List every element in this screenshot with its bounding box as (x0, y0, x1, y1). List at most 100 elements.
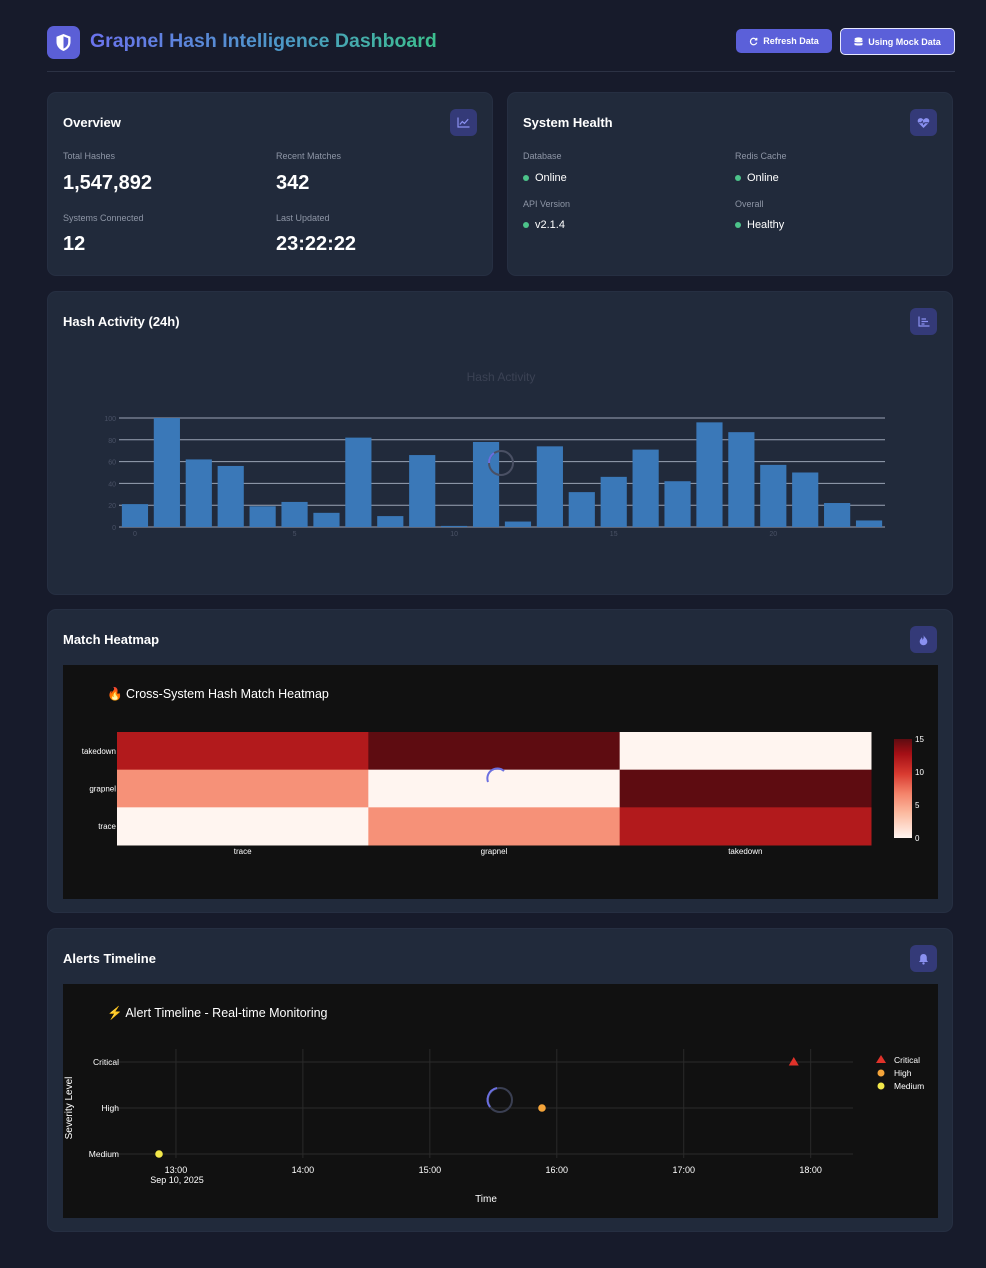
legend-label[interactable]: Critical (894, 1055, 920, 1065)
api-version-status: v2.1.4 (523, 219, 565, 231)
overall-status-text: Healthy (747, 219, 785, 231)
heatmap-cell (117, 732, 369, 771)
status-dot (735, 175, 741, 181)
heartbeat-icon[interactable] (910, 109, 937, 136)
legend-label[interactable]: Medium (894, 1081, 924, 1091)
x-tick-label: 18:00 (799, 1165, 822, 1175)
total-hashes-label: Total Hashes (63, 151, 116, 161)
legend-marker (877, 1082, 885, 1090)
bar (313, 512, 340, 527)
bar (249, 506, 276, 527)
x-tick-label: grapnel (481, 847, 508, 856)
colorbar-tick-label: 15 (915, 735, 924, 744)
hash-activity-card: Hash Activity (24h) Hash Activity 0 20 40 6… (47, 291, 953, 595)
alert-point[interactable] (155, 1150, 163, 1158)
alert-point[interactable] (538, 1104, 546, 1112)
refresh-icon (750, 37, 758, 45)
bar (760, 464, 787, 527)
x-tick-label: 13:00 (165, 1165, 188, 1175)
bell-icon[interactable] (910, 945, 937, 972)
database-icon (854, 36, 863, 46)
chart-title: Hash Activity (467, 370, 536, 384)
bar (568, 492, 595, 527)
x-tick-label: 15:00 (419, 1165, 442, 1175)
heatmap-colorbar (894, 739, 912, 838)
y-tick-label: 40 (108, 481, 116, 488)
bar (377, 516, 404, 527)
recent-matches-value: 342 (276, 172, 310, 194)
last-updated-label: Last Updated (276, 213, 330, 223)
x-tick-label: 20 (769, 531, 777, 538)
alerts-chart-title: ⚡ Alert Timeline - Real-time Monitoring (107, 1005, 328, 1021)
system-health-card: System Health Database Online Redis Cach… (507, 92, 953, 276)
bar (441, 525, 468, 527)
redis-status: Online (735, 172, 779, 184)
alerts-y-axis-label: Severity Level (64, 1077, 75, 1140)
status-dot (523, 222, 529, 228)
bar (121, 504, 149, 527)
status-dot (735, 222, 741, 228)
match-heatmap-title: Match Heatmap (63, 632, 160, 647)
bar (664, 481, 691, 527)
heatmap-cell (619, 769, 872, 808)
bar (536, 446, 563, 527)
y-tick-label: grapnel (89, 785, 116, 794)
refresh-data-button[interactable]: Refresh Data (736, 29, 832, 53)
heatmap-cell (368, 769, 621, 808)
legend-marker (876, 1055, 886, 1063)
status-dot (523, 175, 529, 181)
bar (153, 418, 180, 527)
x-tick-label: 5 (293, 531, 297, 538)
total-hashes-value: 1,547,892 (63, 172, 152, 194)
last-updated-value: 23:22:22 (276, 233, 357, 255)
heatmap-cell (619, 807, 872, 846)
database-status: Online (523, 172, 567, 184)
mock-data-label: Using Mock Data (868, 36, 941, 47)
heatmap-title: 🔥 Cross-System Hash Match Heatmap (107, 686, 329, 701)
api-version-text: v2.1.4 (535, 219, 565, 231)
overview-card: Overview Total Hashes 1,547,892 Recent M… (47, 92, 493, 276)
alert-point[interactable] (788, 1057, 799, 1066)
bar (409, 455, 436, 527)
y-tick-label: 80 (108, 438, 116, 445)
fire-icon[interactable] (910, 626, 937, 653)
chart-line-icon[interactable] (450, 109, 477, 136)
bar (632, 449, 659, 527)
heatmap-cell (368, 732, 621, 771)
bar (217, 465, 244, 527)
match-heatmap-card: Match Heatmap 🔥 Cross-System Hash Match … (47, 609, 953, 913)
bar (281, 501, 308, 527)
y-tick-label: 100 (104, 416, 116, 423)
y-tick-label: 20 (108, 503, 116, 510)
alerts-x-axis-label: Time (475, 1194, 497, 1205)
x-tick-label: 10 (450, 531, 458, 538)
recent-matches-label: Recent Matches (276, 151, 342, 161)
alerts-timeline-card: Alerts Timeline ⚡ Alert Timeline - Real-… (47, 928, 953, 1232)
overall-status: Healthy (735, 219, 784, 231)
hash-activity-chart: Hash Activity 0 20 40 60 80 100 0 5 10 15 20 (104, 370, 885, 538)
y-tick-label: Medium (89, 1149, 119, 1159)
y-tick-label: 0 (112, 525, 116, 532)
mock-data-button[interactable]: Using Mock Data (840, 28, 955, 55)
y-tick-label: takedown (82, 747, 116, 756)
bar (728, 432, 755, 527)
database-label: Database (523, 151, 562, 161)
api-version-label: API Version (523, 199, 571, 209)
x-tick-label: 15 (610, 531, 618, 538)
heatmap-plot: 🔥 Cross-System Hash Match Heatmap takedo… (63, 665, 938, 899)
bar (696, 422, 723, 527)
x-tick-label: 16:00 (546, 1165, 569, 1175)
colorbar-tick-label: 5 (915, 801, 920, 810)
x-tick-label: takedown (728, 847, 762, 856)
system-health-title: System Health (523, 115, 613, 130)
bar (824, 503, 851, 527)
heatmap-cell (117, 807, 369, 846)
refresh-data-label: Refresh Data (763, 36, 819, 46)
bar (504, 521, 532, 527)
y-tick-label: Critical (93, 1057, 119, 1067)
y-tick-label: High (102, 1103, 120, 1113)
bar (855, 520, 883, 527)
x-tick-label: trace (234, 847, 252, 856)
bar (792, 472, 819, 527)
legend-label[interactable]: High (894, 1068, 912, 1078)
